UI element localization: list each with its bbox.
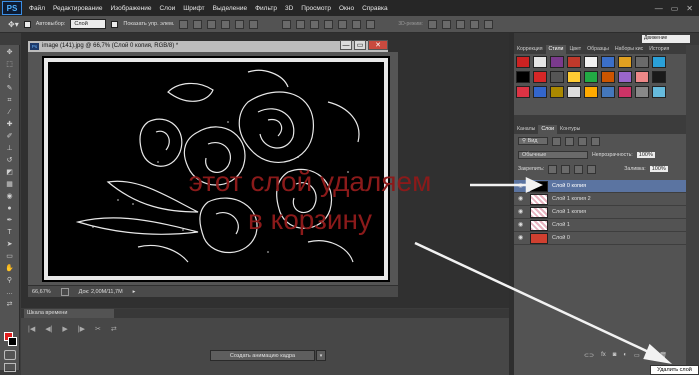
arrow-to-trash-line	[414, 241, 656, 357]
arrow-to-layer-head	[525, 177, 543, 193]
annotation-line-2: в корзину	[248, 204, 372, 235]
annotation-text: этот слой удаляем в корзину	[140, 163, 480, 239]
annotation-line-1: этот слой удаляем	[188, 166, 432, 197]
arrow-to-trash-head	[643, 343, 673, 364]
tooltip: Удалить слой	[650, 365, 699, 375]
